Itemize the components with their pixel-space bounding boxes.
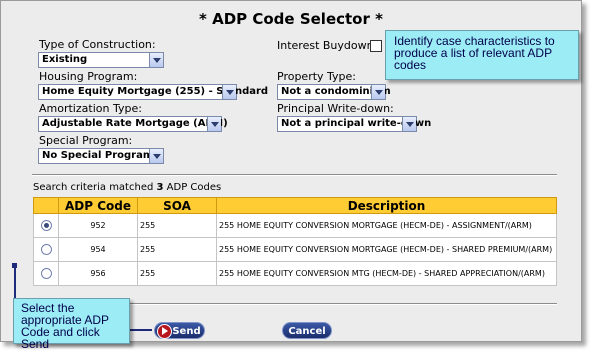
results-table: ADP Code SOA Description 952 255 255 HOM… <box>33 197 557 286</box>
construction-select[interactable]: Existing <box>38 52 164 68</box>
table-row[interactable]: 952 255 255 HOME EQUITY CONVERSION MORTG… <box>33 213 557 238</box>
adp-code-cell: 952 <box>58 213 138 238</box>
callout-leader-end <box>12 263 17 268</box>
amortization-select[interactable]: Adjustable Rate Mortgage (ARM) <box>38 116 228 132</box>
table-row[interactable]: 954 255 255 HOME EQUITY CONVERSION MORTG… <box>33 237 557 262</box>
row-select-cell <box>33 237 59 262</box>
principal-writedown-select[interactable]: Not a principal write-down <box>277 116 431 132</box>
soa-cell: 255 <box>137 237 217 262</box>
interest-buydown-checkbox[interactable] <box>370 40 382 52</box>
results-table-container: ADP Code SOA Description 952 255 255 HOM… <box>33 197 557 286</box>
soa-cell: 255 <box>137 261 217 286</box>
principal-writedown-label: Principal Write-down: <box>277 102 394 115</box>
description-cell: 255 HOME EQUITY CONVERSION MORTGAGE (HEC… <box>216 213 557 238</box>
chevron-down-icon <box>222 85 236 99</box>
chevron-down-icon <box>149 53 163 67</box>
adp-code-column-header: ADP Code <box>58 197 138 214</box>
housing-program-select[interactable]: Home Equity Mortgage (255) - Standard <box>38 84 268 100</box>
construction-label: Type of Construction: <box>39 38 156 51</box>
radio-button[interactable] <box>40 220 52 231</box>
instruction-callout-top-text: Identify case characteristics to produce… <box>394 34 555 72</box>
description-cell: 255 HOME EQUITY CONVERSION MTG (HECM-DE)… <box>216 261 557 286</box>
table-row[interactable]: 956 255 255 HOME EQUITY CONVERSION MTG (… <box>33 261 557 286</box>
table-header-row: ADP Code SOA Description <box>33 197 557 214</box>
interest-buydown-label: Interest Buydown? <box>277 39 380 52</box>
special-program-value: No Special Program <box>42 150 154 161</box>
chevron-down-icon <box>149 149 163 163</box>
soa-column-header: SOA <box>137 197 217 214</box>
adp-code-cell: 954 <box>58 237 138 262</box>
special-program-select[interactable]: No Special Program <box>38 148 164 164</box>
page-title: * ADP Code Selector * <box>199 10 383 28</box>
amortization-label: Amortization Type: <box>39 102 142 115</box>
radio-button[interactable] <box>40 244 52 255</box>
instruction-callout-bottom-text: Select the appropriate ADP Code and clic… <box>21 301 109 351</box>
adp-code-cell: 956 <box>58 261 138 286</box>
chevron-down-icon <box>371 85 385 99</box>
results-summary-prefix: Search criteria matched <box>33 182 157 193</box>
special-program-label: Special Program: <box>39 134 133 147</box>
play-arrow-icon <box>157 324 172 339</box>
divider-highlight <box>32 175 557 176</box>
results-summary: Search criteria matched 3 ADP Codes <box>33 182 221 193</box>
select-column-header <box>33 197 59 214</box>
property-type-label: Property Type: <box>277 70 357 83</box>
row-select-cell <box>33 261 59 286</box>
description-cell: 255 HOME EQUITY CONVERSION MORTGAGE (HEC… <box>216 237 557 262</box>
chevron-down-icon <box>402 117 416 131</box>
cancel-button[interactable]: Cancel <box>282 322 332 339</box>
soa-cell: 255 <box>137 213 217 238</box>
send-button-label: Send <box>172 326 201 337</box>
radio-button[interactable] <box>40 268 52 279</box>
housing-program-label: Housing Program: <box>39 70 138 83</box>
property-type-select[interactable]: Not a condominium <box>277 84 391 100</box>
results-summary-suffix: ADP Codes <box>163 182 222 193</box>
description-column-header: Description <box>216 197 557 214</box>
callout-leader-arrow <box>128 329 152 331</box>
cancel-button-label: Cancel <box>288 326 326 337</box>
construction-value: Existing <box>42 54 88 65</box>
send-button[interactable]: Send <box>154 322 205 339</box>
amortization-value: Adjustable Rate Mortgage (ARM) <box>42 118 228 129</box>
instruction-callout-top: Identify case characteristics to produce… <box>385 30 579 80</box>
chevron-down-icon <box>207 117 221 131</box>
instruction-callout-bottom: Select the appropriate ADP Code and clic… <box>13 298 130 350</box>
row-select-cell <box>33 213 59 238</box>
